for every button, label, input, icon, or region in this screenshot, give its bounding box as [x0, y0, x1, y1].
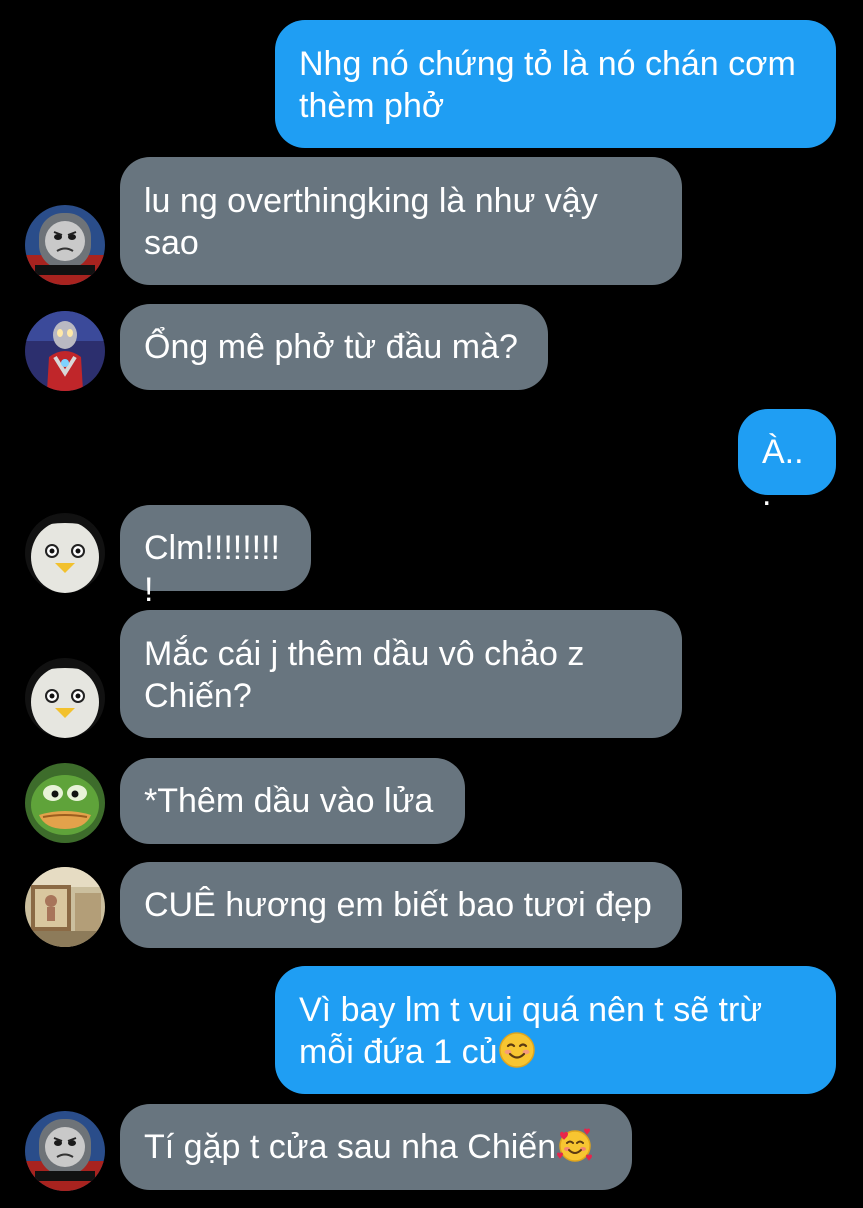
message-text: lu ng overthingking là như vậy sao: [144, 182, 598, 262]
smiling-face-emoji: [498, 1031, 536, 1069]
message-text: Clm!!!!!!!!!: [144, 529, 280, 609]
message-text: À...: [762, 433, 804, 513]
smiling-face-with-hearts-emoji: [556, 1126, 594, 1164]
message-text: CUÊ hương em biết bao tươi đẹp: [144, 886, 652, 924]
train-face-avatar[interactable]: [25, 205, 105, 285]
incoming-message-bubble[interactable]: Mắc cái j thêm dầu vô chảo z Chiến?: [120, 610, 682, 738]
message-text: *Thêm dầu vào lửa: [144, 782, 434, 820]
incoming-message-bubble[interactable]: Clm!!!!!!!!!: [120, 505, 311, 609]
outgoing-message-bubble[interactable]: Vì bay lm t vui quá nên t sẽ trừ mỗi đứa…: [275, 966, 836, 1094]
red-hero-avatar[interactable]: [25, 311, 105, 391]
message-text: Tí gặp t cửa sau nha Chiến: [144, 1128, 557, 1166]
outgoing-message-bubble[interactable]: À...: [738, 409, 836, 513]
message-text: Nhg nó chứng tỏ là nó chán cơm thèm phở: [299, 45, 796, 125]
green-frog-avatar[interactable]: [25, 763, 105, 843]
incoming-message-bubble[interactable]: *Thêm dầu vào lửa: [120, 758, 465, 844]
room-avatar[interactable]: [25, 867, 105, 947]
outgoing-message-bubble[interactable]: Nhg nó chứng tỏ là nó chán cơm thèm phở: [275, 20, 836, 148]
duck-face-avatar[interactable]: [25, 658, 105, 738]
duck-face-avatar[interactable]: [25, 513, 105, 593]
message-text: Ổng mê phở từ đầu mà?: [144, 328, 518, 366]
train-face-avatar[interactable]: [25, 1111, 105, 1191]
incoming-message-bubble[interactable]: lu ng overthingking là như vậy sao: [120, 157, 682, 285]
incoming-message-bubble[interactable]: CUÊ hương em biết bao tươi đẹp: [120, 862, 682, 948]
incoming-message-bubble[interactable]: Tí gặp t cửa sau nha Chiến: [120, 1104, 632, 1190]
incoming-message-bubble[interactable]: Ổng mê phở từ đầu mà?: [120, 304, 548, 390]
chat-thread: Nhg nó chứng tỏ là nó chán cơm thèm phở …: [0, 0, 863, 1208]
message-text: Mắc cái j thêm dầu vô chảo z Chiến?: [144, 635, 585, 715]
